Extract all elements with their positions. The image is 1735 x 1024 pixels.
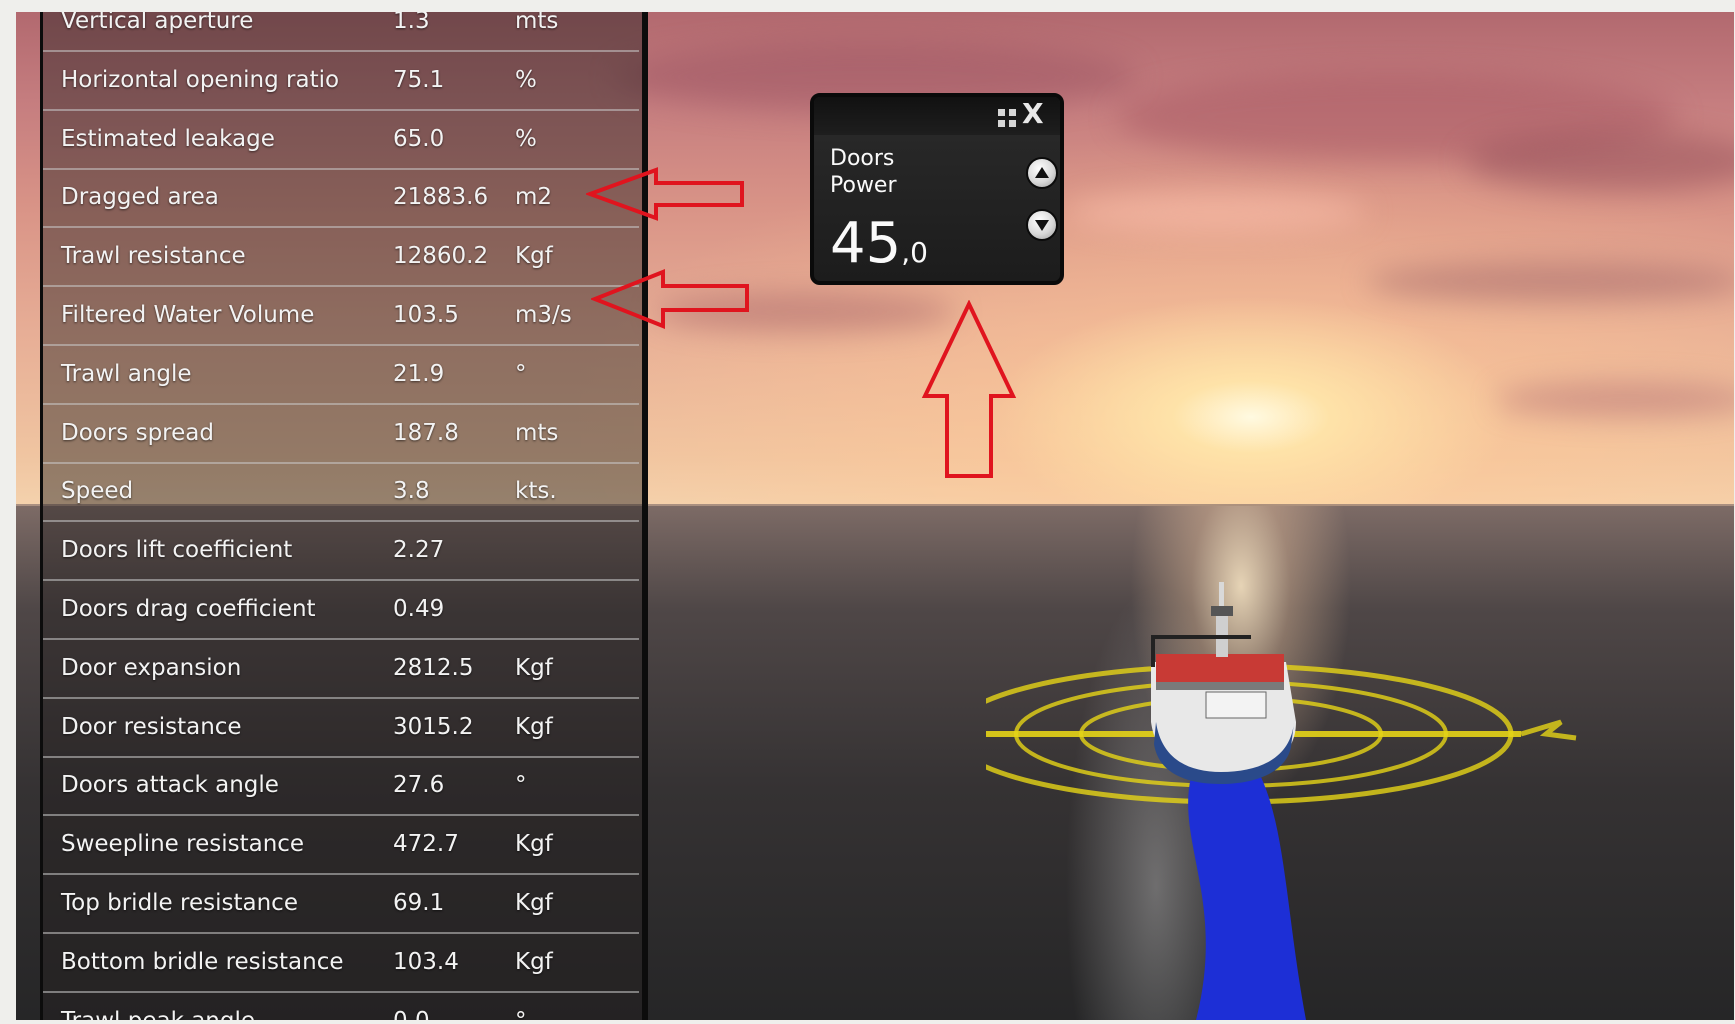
value-integer: 45: [830, 211, 902, 276]
data-row: Vertical aperture 1.3 mts: [43, 12, 639, 52]
row-value: 472.7: [393, 831, 459, 858]
row-label: Trawl resistance: [61, 243, 246, 270]
row-unit: Kgf: [515, 243, 553, 270]
row-value: 69.1: [393, 890, 445, 916]
data-row: Filtered Water Volume 103.5 m3/s: [43, 286, 639, 346]
grip-icon[interactable]: [998, 109, 1020, 129]
row-value: 1.3: [393, 12, 430, 34]
data-row: Horizontal opening ratio 75.1%: [43, 51, 639, 111]
row-value: 27.6: [393, 772, 445, 799]
row-value: 3015.2: [393, 713, 474, 740]
row-unit: Kgf: [515, 713, 553, 740]
value-decimal: ,0: [901, 236, 928, 269]
row-value: 75.1: [393, 66, 445, 93]
arrow-up-icon: [1035, 167, 1049, 178]
data-row: Doors drag coefficient 0.49: [43, 580, 639, 640]
row-label: Door resistance: [61, 713, 242, 740]
data-row: Dragged area 21883.6 m2: [43, 168, 639, 229]
data-row: Trawl angle 21.9 °: [43, 345, 639, 405]
row-label: Door expansion: [61, 654, 242, 681]
row-value: 103.4: [393, 948, 459, 975]
data-row: Trawl resistance 12860.2 Kgf: [43, 227, 639, 288]
propeller-wake: [1188, 777, 1306, 1020]
row-value: 2.27: [393, 537, 445, 564]
row-value: 0.49: [393, 596, 445, 622]
increase-button[interactable]: [1026, 157, 1058, 189]
data-row: Bottom bridle resistance 103.4 Kgf: [43, 933, 639, 993]
widget-title: Doors Power: [830, 146, 897, 198]
row-unit: Kgf: [515, 831, 553, 858]
row-unit: °: [515, 1008, 527, 1020]
row-unit: kts.: [515, 478, 557, 505]
fishing-vessel: [1151, 582, 1296, 784]
row-value: 103.5: [393, 302, 459, 328]
row-label: Doors attack angle: [61, 772, 279, 799]
row-unit: Kgf: [515, 948, 553, 975]
row-value: 187.8: [393, 419, 459, 446]
row-unit: mts: [515, 419, 559, 446]
data-row: Trawl peak angle 0.0 °: [43, 992, 639, 1020]
row-label: Bottom bridle resistance: [61, 948, 344, 975]
row-label: Doors lift coefficient: [61, 537, 293, 564]
data-row: Speed 3.8 kts.: [43, 462, 639, 523]
row-label: Speed: [61, 478, 134, 505]
data-row: Sweepline resistance 472.7 Kgf: [43, 815, 639, 876]
row-unit: Kgf: [515, 654, 553, 681]
row-label: Trawl peak angle: [61, 1008, 255, 1020]
row-unit: °: [515, 772, 527, 799]
row-label: Top bridle resistance: [61, 890, 298, 916]
arrow-down-icon: [1035, 220, 1049, 231]
data-row: Doors lift coefficient 2.27: [43, 521, 639, 582]
close-button[interactable]: X: [1022, 100, 1044, 128]
row-value: 2812.5: [393, 654, 474, 681]
widget-titlebar[interactable]: X: [814, 97, 1060, 135]
row-value: 21.9: [393, 360, 445, 387]
row-unit: °: [515, 360, 527, 387]
data-row: Estimated leakage 65.0%: [43, 110, 639, 170]
row-value: 0.0: [393, 1008, 430, 1020]
data-row: Door resistance 3015.2 Kgf: [43, 698, 639, 758]
doors-power-widget[interactable]: X Doors Power 45,0: [810, 93, 1064, 285]
row-label: Vertical aperture: [61, 12, 254, 34]
row-label: Estimated leakage: [61, 125, 275, 152]
row-unit: %: [515, 66, 537, 93]
annotation-arrow-left-1: [586, 167, 744, 221]
row-unit: %: [515, 125, 537, 152]
row-value: 21883.6: [393, 184, 489, 211]
row-label: Horizontal opening ratio: [61, 66, 340, 93]
row-value: 3.8: [393, 478, 430, 505]
annotation-arrow-left-2: [591, 269, 749, 329]
data-row: Doors spread 187.8 mts: [43, 404, 639, 464]
row-label: Dragged area: [61, 184, 219, 211]
vessel-scene: [986, 582, 1577, 1020]
row-unit: m2: [515, 184, 553, 211]
row-value: 12860.2: [393, 243, 489, 270]
row-unit: m3/s: [515, 302, 572, 328]
row-label: Trawl angle: [61, 360, 192, 387]
data-row: Top bridle resistance 69.1 Kgf: [43, 874, 639, 934]
row-label: Doors drag coefficient: [61, 596, 316, 622]
row-label: Sweepline resistance: [61, 831, 305, 858]
row-unit: Kgf: [515, 890, 553, 916]
row-value: 65.0: [393, 125, 445, 152]
data-row: Door expansion 2812.5 Kgf: [43, 639, 639, 699]
data-row: Doors attack angle 27.6 °: [43, 756, 639, 817]
row-label: Doors spread: [61, 419, 214, 446]
trawl-data-panel: Vertical aperture 1.3 mts Horizontal openin…: [40, 12, 648, 1020]
decrease-button[interactable]: [1026, 209, 1058, 241]
doors-power-value: 45,0: [830, 211, 928, 276]
annotation-arrow-up: [921, 300, 1017, 478]
row-label: Filtered Water Volume: [61, 302, 315, 328]
simulation-viewport[interactable]: Vertical aperture 1.3 mts Horizontal openin…: [16, 12, 1734, 1020]
row-unit: mts: [515, 12, 559, 34]
